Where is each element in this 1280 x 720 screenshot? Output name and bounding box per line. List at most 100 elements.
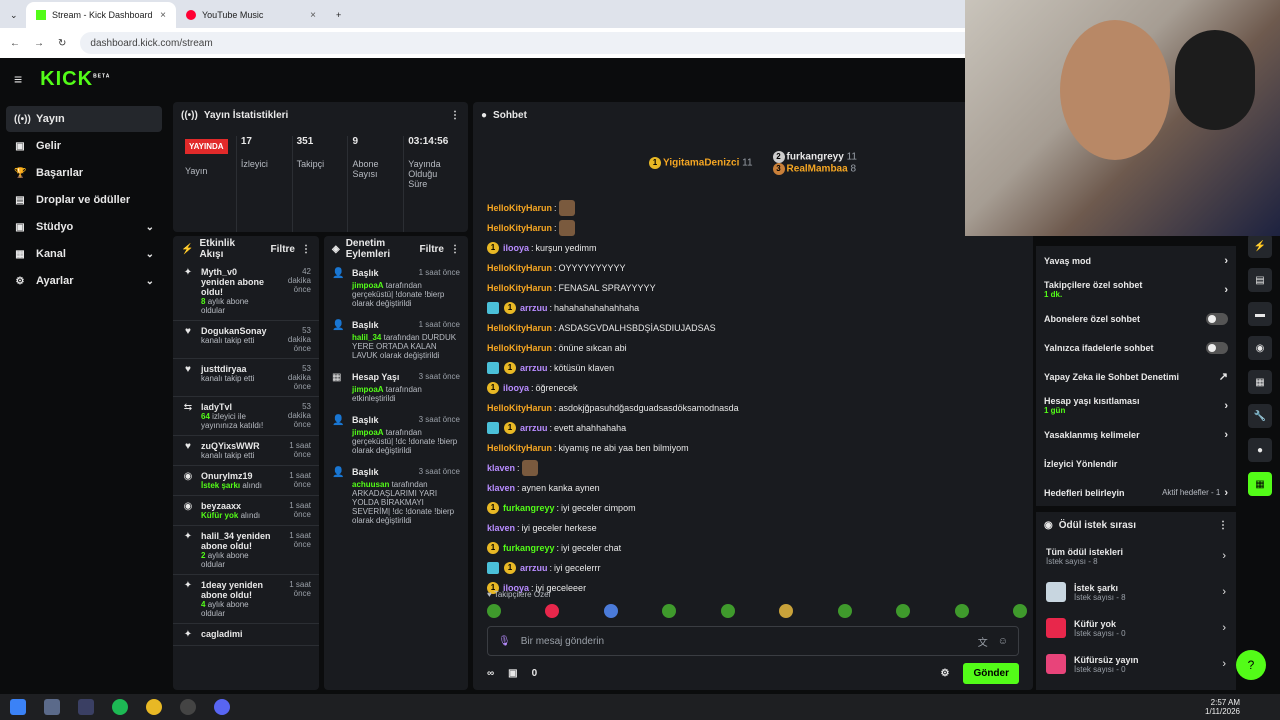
url-field[interactable]: dashboard.kick.com/stream bbox=[80, 32, 981, 54]
chat-message[interactable]: 1 arrzuu: hahahahahahahhaha bbox=[473, 298, 1033, 318]
emote-icon[interactable] bbox=[720, 604, 735, 618]
send-button[interactable]: Gönder bbox=[963, 662, 1019, 684]
chat-username[interactable]: arrzuu bbox=[520, 363, 548, 373]
more-menu-icon[interactable]: ⋮ bbox=[1218, 520, 1228, 531]
filter-button[interactable]: Filtre bbox=[420, 244, 444, 255]
chat-message[interactable]: HelloKityHarun: kiyamış ne abi yaa ben b… bbox=[473, 438, 1033, 458]
app-icon[interactable] bbox=[44, 699, 60, 715]
chat-username[interactable]: klaven bbox=[487, 483, 515, 493]
chrome-icon[interactable] bbox=[146, 699, 162, 715]
chat-username[interactable]: arrzuu bbox=[520, 423, 548, 433]
activity-item[interactable]: ✦ Myth_v0 yeniden abone oldu! 8 aylık abon… bbox=[173, 262, 319, 321]
mod-item[interactable]: 👤 Başlık 1 saat önce jimpoaA tarafından ger… bbox=[324, 262, 468, 314]
activity-item[interactable]: ⇆ ladyTvl 64 izleyici ile yayınınıza katıl… bbox=[173, 397, 319, 436]
chat-message[interactable]: HelloKityHarun: bbox=[473, 218, 1033, 238]
activity-item[interactable]: ◉ beyzaaxx Küfür yok alındı 1 saat önce bbox=[173, 496, 319, 526]
activity-item[interactable]: ♥ justtdiryaa kanalı takip etti 53 dakika … bbox=[173, 359, 319, 397]
chat-message[interactable]: 1 ilooya: iyi geceleeer bbox=[473, 578, 1033, 598]
setting-item[interactable]: Yasaklanmış kelimeler › bbox=[1036, 420, 1236, 449]
filter-button[interactable]: Filtre bbox=[271, 244, 295, 255]
clapperboard-icon[interactable]: ▦ bbox=[1248, 472, 1272, 496]
chat-message[interactable]: HelloKityHarun: önüne sıkcan abi bbox=[473, 338, 1033, 358]
emote-icon[interactable] bbox=[545, 604, 560, 618]
emote-icon[interactable] bbox=[487, 604, 501, 618]
chat-username[interactable]: furkangreyy bbox=[503, 543, 555, 553]
chat-username[interactable]: HelloKityHarun bbox=[487, 403, 552, 413]
document-icon[interactable]: ▤ bbox=[1248, 268, 1272, 292]
setting-item[interactable]: Hesap yaşı kısıtlaması 1 gün › bbox=[1036, 391, 1236, 420]
setting-item[interactable]: Abonelere özel sohbet bbox=[1036, 304, 1236, 333]
broadcast-icon[interactable]: ◉ bbox=[1248, 336, 1272, 360]
chat-username[interactable]: HelloKityHarun bbox=[487, 223, 552, 233]
activity-item[interactable]: ♥ DogukanSonay kanalı takip etti 53 dakika… bbox=[173, 321, 319, 359]
emoji-icon[interactable]: ☺ bbox=[998, 636, 1008, 647]
chat-username[interactable]: ilooya bbox=[503, 243, 529, 253]
chat-username[interactable]: arrzuu bbox=[520, 563, 548, 573]
chat-username[interactable]: klaven bbox=[487, 523, 515, 533]
windows-start-icon[interactable] bbox=[10, 699, 26, 715]
sidebar-item-channel[interactable]: ▦ Kanal ⌄ bbox=[6, 241, 162, 267]
emote-icon[interactable] bbox=[954, 604, 969, 618]
chat-username[interactable]: HelloKityHarun bbox=[487, 443, 552, 453]
reward-item[interactable]: Tüm ödül istekleri İstek sayısı - 8 › bbox=[1036, 538, 1236, 574]
chat-username[interactable]: arrzuu bbox=[520, 303, 548, 313]
discord-icon[interactable] bbox=[214, 699, 230, 715]
chat-username[interactable]: HelloKityHarun bbox=[487, 263, 552, 273]
help-icon[interactable]: ? bbox=[1236, 650, 1266, 680]
sidebar-item-studio[interactable]: ▣ Stüdyo ⌄ bbox=[6, 214, 162, 240]
setting-item[interactable]: Hedefleri belirleyin Aktif hedefler - 1 › bbox=[1036, 478, 1236, 507]
mod-item[interactable]: ▦ Hesap Yaşı 3 saat önce jimpoaA tarafından… bbox=[324, 366, 468, 409]
reload-icon[interactable]: ↻ bbox=[58, 38, 66, 49]
translate-icon[interactable]: 文 bbox=[978, 634, 988, 649]
sidebar-item-drops[interactable]: ▤ Droplar ve ödüller bbox=[6, 187, 162, 213]
chat-input[interactable]: 🎙 Bir mesaj gönderin 文 ☺ bbox=[487, 626, 1019, 656]
gifter-3[interactable]: 3 RealMambaa 8 bbox=[772, 163, 857, 175]
chat-message[interactable]: 1 arrzuu: evett ahahhahaha bbox=[473, 418, 1033, 438]
tab-youtube-music[interactable]: YouTube Music × bbox=[176, 2, 326, 28]
tab-list-button[interactable]: ⌄ bbox=[0, 2, 26, 28]
sidebar-item-settings[interactable]: ⚙ Ayarlar ⌄ bbox=[6, 268, 162, 294]
chat-icon[interactable]: ▬ bbox=[1248, 302, 1272, 326]
setting-item[interactable]: İzleyici Yönlendir bbox=[1036, 449, 1236, 478]
forward-icon[interactable]: → bbox=[34, 38, 44, 49]
close-icon[interactable]: × bbox=[310, 10, 316, 21]
close-icon[interactable]: × bbox=[160, 10, 166, 21]
emote-icon[interactable] bbox=[896, 604, 911, 618]
chat-message[interactable]: 1 furkangreyy: iyi geceler chat bbox=[473, 538, 1033, 558]
mod-item[interactable]: 👤 Başlık 1 saat önce halil_34 tarafından DU… bbox=[324, 314, 468, 366]
chat-message[interactable]: HelloKityHarun: asdokjğpasuhdğasdguadsas… bbox=[473, 398, 1033, 418]
activity-item[interactable]: ◉ Onurylmz19 İstek şarkı alındı 1 saat önce bbox=[173, 466, 319, 496]
chat-username[interactable]: HelloKityHarun bbox=[487, 203, 552, 213]
setting-item[interactable]: Yalnızca ifadelerle sohbet bbox=[1036, 333, 1236, 362]
toggle-switch[interactable] bbox=[1206, 312, 1228, 325]
tab-kick[interactable]: Stream - Kick Dashboard × bbox=[26, 2, 176, 28]
layout-icon[interactable]: ▦ bbox=[1248, 370, 1272, 394]
gifter-1[interactable]: 1 YigitamaDenizci 11 bbox=[649, 157, 753, 169]
chat-message[interactable]: klaven: aynen kanka aynen bbox=[473, 478, 1033, 498]
mod-item[interactable]: 👤 Başlık 3 saat önce jimpoaA tarafından ger… bbox=[324, 409, 468, 461]
mod-item[interactable]: 👤 Başlık 3 saat önce achuusan tarafından AR… bbox=[324, 461, 468, 531]
chat-message[interactable]: klaven: bbox=[473, 458, 1033, 478]
chat-message[interactable]: HelloKityHarun: FENASAL SPRAYYYYY bbox=[473, 278, 1033, 298]
obs-icon[interactable] bbox=[180, 699, 196, 715]
setting-item[interactable]: Yavaş mod › bbox=[1036, 246, 1236, 275]
lightning-icon[interactable]: ⚡ bbox=[1248, 234, 1272, 258]
back-icon[interactable]: ← bbox=[10, 38, 20, 49]
emote-icon[interactable] bbox=[1012, 604, 1027, 618]
activity-item[interactable]: ♥ zuQYixsWWR kanalı takip etti 1 saat önce bbox=[173, 436, 319, 466]
chat-message[interactable]: 1 arrzuu: kötüsün klaven bbox=[473, 358, 1033, 378]
chat-message[interactable]: HelloKityHarun: ASDASGVDALHSBDŞİASDIUJAD… bbox=[473, 318, 1033, 338]
new-tab-button[interactable]: + bbox=[326, 2, 352, 28]
activity-item[interactable]: ✦ halil_34 yeniden abone oldu! 2 aylık abo… bbox=[173, 526, 319, 575]
sidebar-item-revenue[interactable]: ▣ Gelir bbox=[6, 133, 162, 159]
reward-item[interactable]: İstek şarkı İstek sayısı - 8 › bbox=[1036, 574, 1236, 610]
chat-message[interactable]: 1 ilooya: öğrenecek bbox=[473, 378, 1033, 398]
hamburger-menu-icon[interactable]: ≡ bbox=[14, 71, 22, 87]
activity-item[interactable]: ✦ cagladimi bbox=[173, 624, 319, 646]
chat-message[interactable]: 1 furkangreyy: iyi geceler cimpom bbox=[473, 498, 1033, 518]
chat-message[interactable]: 1 arrzuu: iyi gecelerrr bbox=[473, 558, 1033, 578]
gifter-2[interactable]: 2 furkangreyy 11 bbox=[772, 151, 857, 163]
sidebar-item-stream[interactable]: ((•)) Yayın bbox=[6, 106, 162, 132]
spotify-icon[interactable] bbox=[112, 699, 128, 715]
chat-message[interactable]: 1 ilooya: kurşun yedimm bbox=[473, 238, 1033, 258]
